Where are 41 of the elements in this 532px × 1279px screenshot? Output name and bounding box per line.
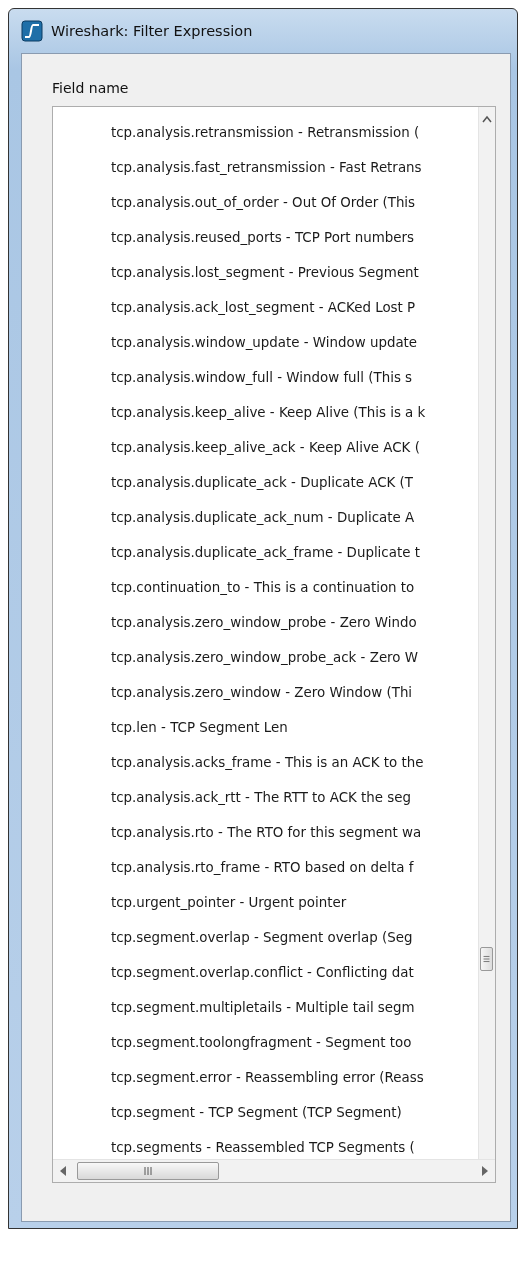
list-item[interactable]: tcp.urgent_pointer - Urgent pointer — [111, 885, 478, 920]
left-arrow-icon[interactable] — [59, 1166, 67, 1176]
list-item[interactable]: tcp.analysis.lost_segment - Previous Segment — [111, 255, 478, 290]
field-list[interactable] — [52, 106, 496, 1183]
list-item[interactable]: tcp.analysis.zero_window_probe_ack - Zero W — [111, 640, 478, 675]
list-item[interactable]: tcp.analysis.duplicate_ack_num - Duplicate A — [111, 500, 478, 535]
list-item[interactable]: tcp.segment.multipletails - Multiple tail segm — [111, 990, 478, 1025]
horizontal-scrollbar[interactable] — [53, 1159, 495, 1182]
list-item[interactable]: tcp.analysis.duplicate_ack_frame - Duplicate t — [111, 535, 478, 570]
list-item[interactable]: tcp.segment.overlap.conflict - Conflicting dat — [111, 955, 478, 990]
scroll-thumb[interactable] — [480, 947, 493, 971]
list-item[interactable]: tcp.analysis.zero_window_probe - Zero Windo — [111, 605, 478, 640]
list-item[interactable]: tcp.segment.toolongfragment - Segment too — [111, 1025, 478, 1060]
list-item[interactable]: tcp.analysis.out_of_order - Out Of Order (This — [111, 185, 478, 220]
list-item[interactable]: tcp.segment - TCP Segment (TCP Segment) — [111, 1095, 478, 1130]
list-item[interactable]: tcp.analysis.ack_lost_segment - ACKed Lost P — [111, 290, 478, 325]
vertical-scrollbar[interactable] — [478, 107, 495, 1159]
list-item[interactable]: tcp.analysis.rto_frame - RTO based on delta f — [111, 850, 478, 885]
list-item[interactable]: tcp.analysis.keep_alive - Keep Alive (This is a k — [111, 395, 478, 430]
list-item[interactable]: tcp.analysis.duplicate_ack - Duplicate ACK (T — [111, 465, 478, 500]
list-item[interactable]: tcp.analysis.reused_ports - TCP Port numbers — [111, 220, 478, 255]
grip-icon — [142, 1167, 154, 1175]
field-label: Field name — [52, 80, 130, 96]
list-item[interactable]: tcp.segments - Reassembled TCP Segments ( — [111, 1130, 478, 1159]
list-item[interactable]: tcp.analysis.ack_rtt - The RTT to ACK the seg — [111, 780, 478, 815]
list-item[interactable]: tcp.analysis.rto - The RTO for this segment wa — [111, 815, 478, 850]
list-item[interactable]: tcp.analysis.window_full - Window full (This s — [111, 360, 478, 395]
list-item[interactable]: tcp.analysis.acks_frame - This is an ACK to the — [111, 745, 478, 780]
list-item[interactable]: tcp.analysis.fast_retransmission - Fast Retrans — [111, 150, 478, 185]
list-item[interactable]: tcp.segment.error - Reassembling error (Reass — [111, 1060, 478, 1095]
list-item[interactable]: tcp.analysis.window_update - Window update — [111, 325, 478, 360]
list-item[interactable]: tcp.analysis.retransmission - Retransmission ( — [111, 115, 478, 150]
app-icon — [21, 20, 43, 42]
list-item[interactable]: tcp.analysis.zero_window - Zero Window (Thi — [111, 675, 478, 710]
scroll-thumb[interactable] — [77, 1162, 219, 1180]
list-item[interactable]: tcp.continuation_to - This is a continuation to — [111, 570, 478, 605]
right-arrow-icon[interactable] — [481, 1166, 489, 1176]
list-item[interactable]: tcp.segment.overlap - Segment overlap (Seg — [111, 920, 478, 955]
window-title: Wireshark: Filter Expression — [51, 23, 253, 39]
list-item[interactable]: tcp.analysis.keep_alive_ack - Keep Alive ACK ( — [111, 430, 478, 465]
list-item[interactable]: tcp.len - TCP Segment Len — [111, 710, 478, 745]
